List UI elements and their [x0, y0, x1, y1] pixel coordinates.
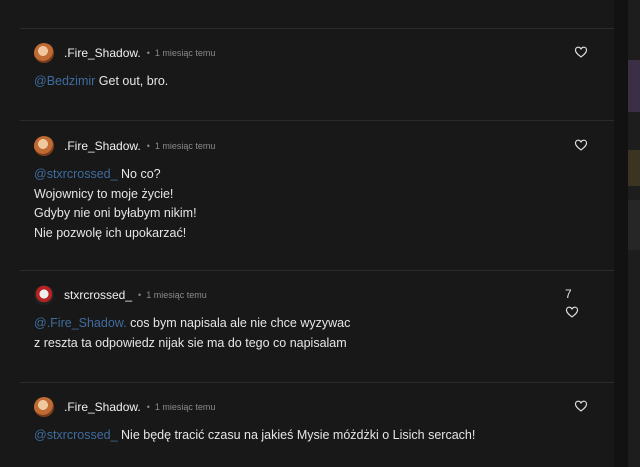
author-name[interactable]: stxrcrossed_: [64, 288, 132, 302]
timestamp[interactable]: 1 miesiąc temu: [146, 290, 207, 300]
avatar[interactable]: [34, 285, 54, 305]
timestamp[interactable]: 1 miesiąc temu: [155, 48, 216, 58]
heart-icon[interactable]: [574, 45, 588, 59]
avatar[interactable]: [34, 397, 54, 417]
separator-dot: •: [146, 48, 150, 58]
comment: .Fire_Shadow. • 1 miesiąc temu @Bedzimir…: [0, 42, 614, 102]
divider: [20, 28, 614, 29]
author-name[interactable]: .Fire_Shadow.: [64, 46, 141, 60]
avatar[interactable]: [34, 43, 54, 63]
separator-dot: •: [146, 141, 150, 151]
timestamp[interactable]: 1 miesiąc temu: [155, 141, 216, 151]
like-count: 7: [565, 287, 572, 301]
side-thumbnail[interactable]: [628, 150, 640, 186]
comments-panel: .Fire_Shadow. • 1 miesiąc temu @Bedzimir…: [0, 0, 614, 467]
timestamp[interactable]: 1 miesiąc temu: [155, 402, 216, 412]
side-thumbnail[interactable]: [628, 200, 640, 250]
divider: [20, 270, 614, 271]
mention-link[interactable]: @stxrcrossed_: [34, 428, 118, 442]
heart-icon[interactable]: [565, 305, 579, 319]
comment-header: .Fire_Shadow. • 1 miesiąc temu: [34, 396, 215, 418]
divider: [20, 382, 614, 383]
mention-link[interactable]: @Bedzimir: [34, 74, 95, 88]
comment: .Fire_Shadow. • 1 miesiąc temu @stxrcros…: [0, 396, 614, 456]
comment-body: @.Fire_Shadow. cos bym napisala ale nie …: [34, 314, 350, 353]
mention-link[interactable]: @stxrcrossed_: [34, 167, 118, 181]
divider: [20, 120, 614, 121]
comment-body: @Bedzimir Get out, bro.: [34, 72, 168, 92]
avatar[interactable]: [34, 136, 54, 156]
comment-header: stxrcrossed_ • 1 miesiąc temu: [34, 284, 207, 306]
comment-header: .Fire_Shadow. • 1 miesiąc temu: [34, 135, 215, 157]
heart-icon[interactable]: [574, 138, 588, 152]
comment-header: .Fire_Shadow. • 1 miesiąc temu: [34, 42, 215, 64]
comment-text: Nie będę tracić czasu na jakieś Mysie mó…: [121, 428, 476, 442]
comment-text: Get out, bro.: [98, 74, 169, 88]
side-strip: [628, 0, 640, 467]
comment: stxrcrossed_ • 1 miesiąc temu @.Fire_Sha…: [0, 284, 614, 364]
mention-link[interactable]: @.Fire_Shadow.: [34, 316, 127, 330]
side-thumbnail[interactable]: [628, 60, 640, 112]
comment: .Fire_Shadow. • 1 miesiąc temu @stxrcros…: [0, 135, 614, 245]
comment-body: @stxrcrossed_ Nie będę tracić czasu na j…: [34, 426, 475, 446]
heart-icon[interactable]: [574, 399, 588, 413]
author-name[interactable]: .Fire_Shadow.: [64, 139, 141, 153]
separator-dot: •: [138, 290, 142, 300]
separator-dot: •: [146, 402, 150, 412]
author-name[interactable]: .Fire_Shadow.: [64, 400, 141, 414]
comment-body: @stxrcrossed_ No co? Wojownicy to moje ż…: [34, 165, 197, 243]
